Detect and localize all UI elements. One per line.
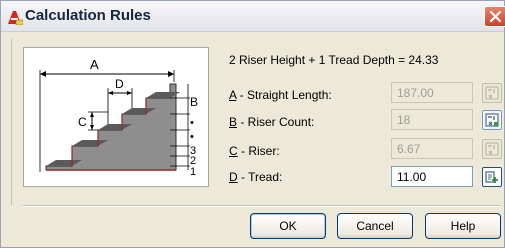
app-stair-icon: [8, 11, 23, 25]
cancel-button[interactable]: Cancel: [337, 213, 413, 239]
close-icon: [489, 10, 502, 23]
tread-edit-button[interactable]: [482, 167, 502, 187]
calculator-disabled-icon: [485, 142, 499, 156]
riser-number-1: 1: [190, 166, 196, 178]
button-separator: [23, 205, 501, 207]
dot-1: •: [190, 117, 194, 129]
window-title: Calculation Rules: [25, 7, 151, 24]
label-b: B: [190, 95, 198, 109]
stair-diagram: A D C B • • 3 2 1: [23, 47, 209, 187]
calculation-rules-dialog: Calculation Rules A D C B • • 3 2 1 2 Ri…: [0, 0, 505, 248]
calculator-disabled-icon: [485, 86, 499, 100]
riser-count-field[interactable]: [391, 109, 473, 130]
label-d: D: [115, 77, 124, 91]
riser-count-label: B - Riser Count:: [229, 115, 315, 129]
riser-field[interactable]: [391, 138, 473, 159]
ok-button[interactable]: OK: [250, 213, 326, 239]
tread-label: D - Tread:: [229, 170, 283, 184]
riser-count-calc-button[interactable]: [482, 110, 502, 130]
label-c: C: [78, 115, 87, 129]
stair-illustration: A D C B • • 3 2 1: [39, 57, 198, 178]
straight-length-calc-button[interactable]: [482, 83, 502, 103]
left-edge-rule: [11, 39, 12, 205]
label-a: A: [90, 57, 99, 72]
riser-label: C - Riser:: [229, 144, 280, 158]
title-bar[interactable]: Calculation Rules: [1, 1, 505, 32]
calculator-active-icon: [485, 113, 499, 127]
close-button[interactable]: [484, 6, 505, 27]
help-button[interactable]: Help: [425, 213, 501, 239]
straight-length-label: A - Straight Length:: [229, 88, 332, 102]
tread-field[interactable]: [391, 166, 473, 187]
formula-text: 2 Riser Height + 1 Tread Depth = 24.33: [229, 53, 439, 67]
straight-length-field[interactable]: [391, 82, 473, 103]
riser-calc-button[interactable]: [482, 139, 502, 159]
dot-2: •: [190, 131, 194, 143]
edit-value-icon: [485, 171, 498, 183]
